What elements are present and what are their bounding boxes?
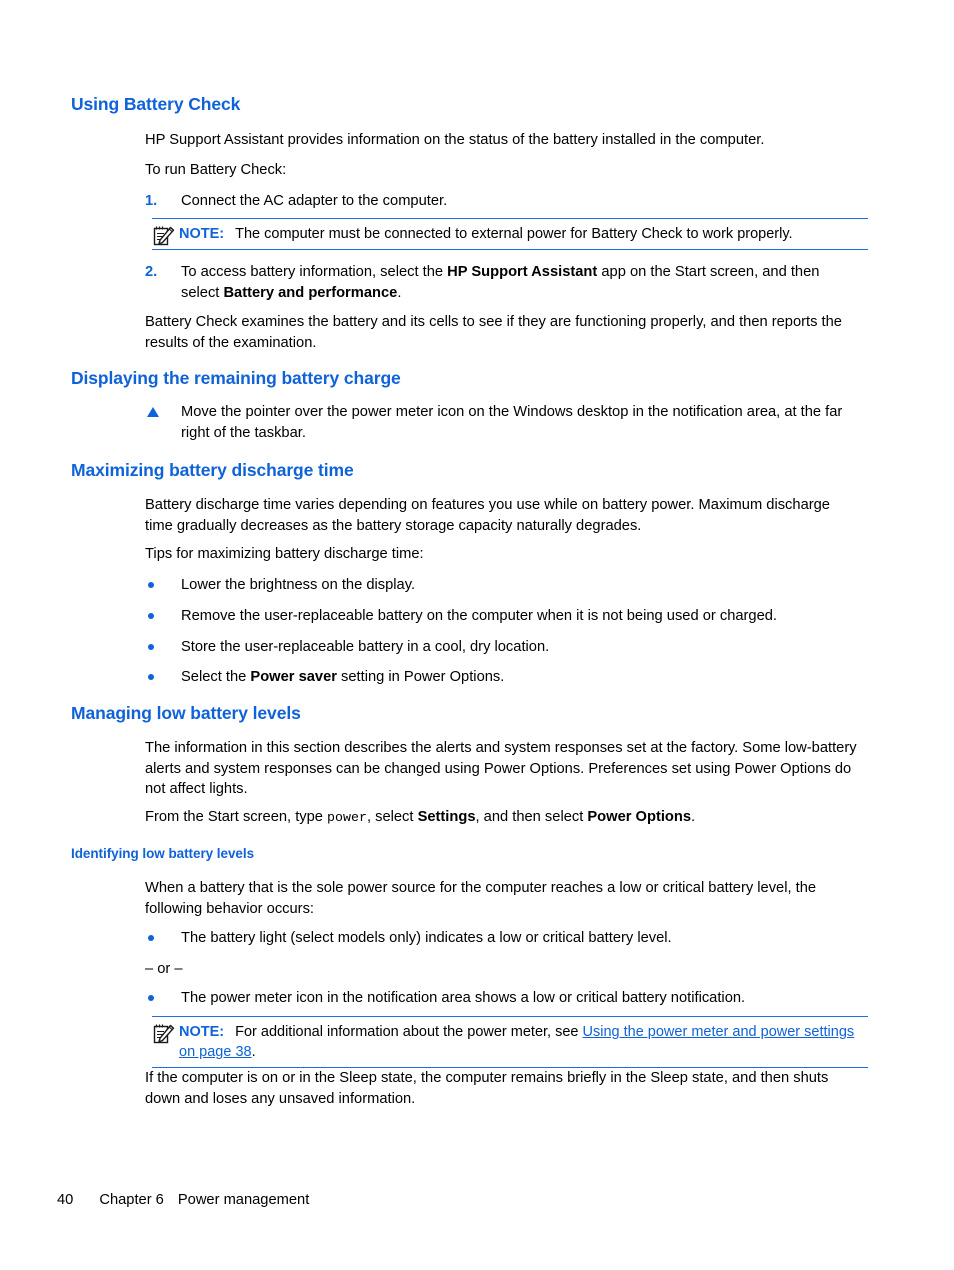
heading-identifying-low-battery-levels: Identifying low battery levels xyxy=(71,846,255,861)
paragraph-tips-lead-in: Tips for maximizing battery discharge ti… xyxy=(145,546,424,562)
heading-using-battery-check: Using Battery Check xyxy=(71,94,241,114)
list-item-power-meter-icon: The power meter icon in the notification… xyxy=(145,988,861,1009)
note-text-end: . xyxy=(251,1044,256,1060)
bullet-dot-icon xyxy=(148,674,154,680)
tip-4-bold-power-saver: Power saver xyxy=(250,669,337,685)
note-text: The computer must be connected to extern… xyxy=(235,226,793,242)
step-number-1: 1. xyxy=(145,193,158,209)
list-item-tip-4: Select the Power saver setting in Power … xyxy=(145,667,861,688)
bullet-dot-icon xyxy=(148,935,154,941)
tip-4-part-1: Select the xyxy=(181,669,251,685)
battery-light-text: The battery light (select models only) i… xyxy=(181,930,672,946)
footer-chapter: Chapter 6 xyxy=(99,1192,164,1208)
start-bold-power-options: Power Options xyxy=(587,809,692,825)
bullet-dot-icon xyxy=(148,613,154,619)
list-item-tip-2: Remove the user-replaceable battery on t… xyxy=(145,606,861,627)
list-item-step-2: 2. To access battery information, select… xyxy=(145,262,861,303)
document-page: Using Battery Check HP Support Assistant… xyxy=(0,0,954,1270)
bullet-dot-icon xyxy=(148,995,154,1001)
triangle-bullet-icon xyxy=(147,407,159,417)
page-footer: 40 Chapter 6 Power management xyxy=(57,1192,309,1208)
start-bold-settings: Settings xyxy=(417,809,476,825)
heading-managing-low-battery-levels: Managing low battery levels xyxy=(71,703,301,723)
paragraph-to-run-battery-check: To run Battery Check: xyxy=(145,162,287,178)
step-2-bold-battery-and-performance: Battery and performance xyxy=(223,284,398,301)
tip-1-text: Lower the brightness on the display. xyxy=(181,577,416,593)
footer-page-number: 40 xyxy=(57,1192,74,1208)
notepad-pencil-icon xyxy=(153,1023,175,1045)
paragraph-hp-support-assistant: HP Support Assistant provides informatio… xyxy=(145,132,765,148)
paragraph-from-start-screen: From the Start screen, type power, selec… xyxy=(145,807,861,829)
note-label: NOTE: xyxy=(179,226,225,242)
step-2-part-1: To access battery information, select th… xyxy=(181,264,448,280)
step-1-text: Connect the AC adapter to the computer. xyxy=(181,193,448,209)
monospace-power-keyword: power xyxy=(327,810,367,825)
list-item-battery-light: The battery light (select models only) i… xyxy=(145,928,861,949)
note-box-power-meter-reference: NOTE: For additional information about th… xyxy=(152,1016,868,1068)
move-pointer-text: Move the pointer over the power meter ic… xyxy=(181,404,843,441)
list-item-tip-1: Lower the brightness on the display. xyxy=(145,575,861,596)
start-part-1: From the Start screen, type xyxy=(145,809,328,825)
tip-2-text: Remove the user-replaceable battery on t… xyxy=(181,608,778,624)
note-body: NOTE: The computer must be connected to e… xyxy=(179,224,868,244)
step-2-part-3: . xyxy=(397,284,402,301)
paragraph-sleep-state-final: If the computer is on or in the Sleep st… xyxy=(145,1070,829,1107)
heading-maximizing-discharge-time: Maximizing battery discharge time xyxy=(71,460,354,480)
start-part-3: , and then select xyxy=(475,809,588,825)
tip-3-text: Store the user-replaceable battery in a … xyxy=(181,639,550,655)
notepad-pencil-icon xyxy=(153,225,175,247)
paragraph-information-in-this-section: The information in this section describe… xyxy=(145,740,857,797)
list-item-move-pointer: Move the pointer over the power meter ic… xyxy=(145,402,861,443)
start-part-4: . xyxy=(691,809,696,825)
start-part-2: , select xyxy=(366,809,418,825)
note-body: NOTE: For additional information about th… xyxy=(179,1022,868,1062)
bullet-dot-icon xyxy=(148,644,154,650)
paragraph-when-battery-sole-source: When a battery that is the sole power so… xyxy=(145,880,817,917)
footer-chapter-title: Power management xyxy=(177,1192,310,1208)
tip-4-text: Select the Power saver setting in Power … xyxy=(181,667,861,688)
or-separator: – or – xyxy=(145,961,183,977)
step-2-text: To access battery information, select th… xyxy=(181,262,861,303)
list-item-step-1: 1. Connect the AC adapter to the compute… xyxy=(145,191,861,212)
paragraph-discharge-time-varies: Battery discharge time varies depending … xyxy=(145,497,830,534)
step-number-2: 2. xyxy=(145,264,158,280)
list-item-tip-3: Store the user-replaceable battery in a … xyxy=(145,637,861,658)
heading-displaying-remaining-charge: Displaying the remaining battery charge xyxy=(71,368,401,388)
step-2-bold-hp-support-assistant: HP Support Assistant xyxy=(447,264,598,280)
power-meter-notification-text: The power meter icon in the notification… xyxy=(181,990,746,1006)
note-box-external-power: NOTE: The computer must be connected to e… xyxy=(152,218,868,250)
paragraph-battery-check-examines: Battery Check examines the battery and i… xyxy=(145,314,842,351)
note-text: For additional information about the pow… xyxy=(235,1024,583,1040)
tip-4-part-2: setting in Power Options. xyxy=(336,669,505,685)
note-label: NOTE: xyxy=(179,1024,225,1040)
bullet-dot-icon xyxy=(148,582,154,588)
